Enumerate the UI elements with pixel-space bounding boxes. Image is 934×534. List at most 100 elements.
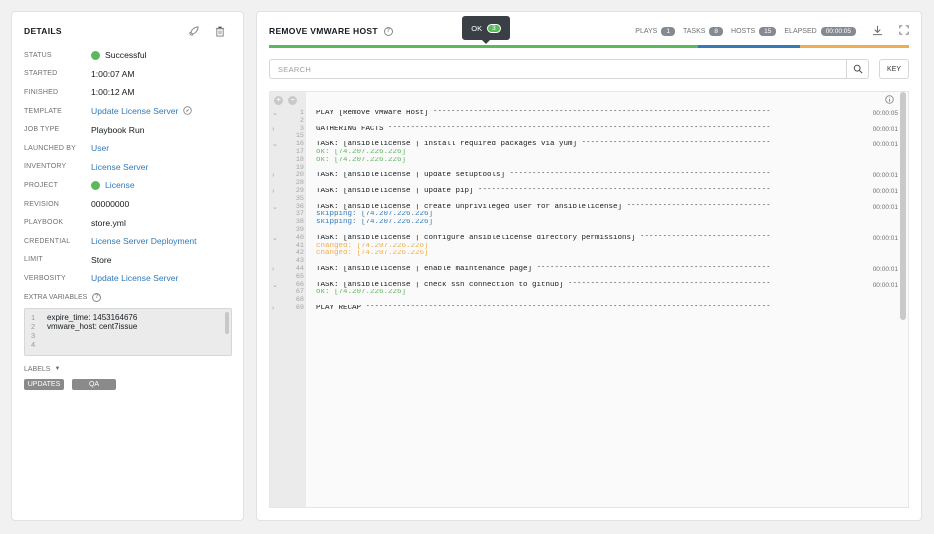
- line-duration: 00:00:01: [872, 172, 898, 180]
- detail-row: INVENTORY License Server: [24, 158, 231, 177]
- detail-row: JOB TYPE Playbook Run: [24, 120, 231, 139]
- line-text: changed: [74.207.226.226]: [316, 250, 429, 258]
- stdout-line: › 3 GATHERING FACTS **********************…: [270, 125, 898, 134]
- toggle-chevron-icon[interactable]: ›: [272, 266, 280, 274]
- toggle-chevron-icon[interactable]: ›: [272, 188, 280, 196]
- line-duration: 00:00:01: [872, 265, 898, 273]
- detail-value-text[interactable]: License Server: [91, 162, 148, 172]
- search-input[interactable]: [270, 60, 846, 78]
- compass-icon[interactable]: [183, 105, 193, 117]
- detail-value[interactable]: License Server: [91, 162, 148, 172]
- download-icon[interactable]: [872, 25, 883, 38]
- detail-row: VERBOSITY Update License Server: [24, 269, 231, 288]
- help-icon[interactable]: ?: [92, 292, 102, 302]
- console-scrollbar[interactable]: [900, 92, 906, 320]
- tooltip-label: OK: [471, 23, 483, 33]
- toggle-chevron-icon[interactable]: ›: [272, 172, 280, 180]
- toggle-chevron-icon[interactable]: ⌄: [272, 282, 280, 290]
- progress-segment-ok[interactable]: [269, 45, 698, 48]
- line-text: TASK: [ansiblelicense | enable maintenan…: [316, 265, 771, 273]
- plays-count: PLAYS 1: [635, 26, 675, 36]
- tasks-count: TASKS 8: [683, 26, 724, 36]
- code-lines: 1 expire_time: 1453164676 2 vmware_host: ce…: [31, 313, 225, 349]
- toggle-chevron-icon[interactable]: ›: [272, 305, 280, 313]
- label-chip-qa[interactable]: QA: [72, 378, 116, 390]
- stdout-line: 43: [270, 257, 898, 266]
- detail-value-text: 00000000: [91, 199, 130, 210]
- toggle-chevron-icon[interactable]: ›: [272, 126, 280, 134]
- help-icon[interactable]: ?: [383, 26, 393, 36]
- detail-value: 1:00:12 AM: [91, 87, 134, 97]
- stdout-line: 41 changed: [74.207.226.226]: [270, 242, 898, 251]
- stdout-line: 18 ok: [74.207.226.226]: [270, 156, 898, 165]
- detail-label: PLAYBOOK: [24, 219, 64, 227]
- detail-row: STARTED 1:00:07 AM: [24, 65, 231, 84]
- line-text: TASK: [ansiblelicense | install required…: [316, 141, 771, 149]
- stdout-line: ⌄ 36 TASK: [ansiblelicense | create unpriv…: [270, 203, 898, 212]
- stdout-line: 2: [270, 117, 898, 126]
- status-success-icon: [91, 180, 100, 190]
- expand-all-icon[interactable]: +: [274, 96, 283, 105]
- job-output-panel: REMOVE VMWARE HOST ? PLAYS 1 TASKS 8 HOSTS…: [256, 11, 922, 521]
- expand-collapse-controls: + −: [274, 96, 297, 105]
- detail-value[interactable]: License: [91, 180, 135, 190]
- stdout-line: 67 ok: [74.207.226.226]: [270, 289, 898, 297]
- detail-value[interactable]: License Server Deployment: [91, 236, 197, 246]
- ok-tooltip: OK 3: [462, 16, 510, 44]
- detail-value-text[interactable]: Update License Server: [91, 273, 178, 283]
- detail-rows: STATUS Successful STARTED 1:00:07 AM FINISHE…: [24, 46, 231, 288]
- detail-row: LAUNCHED BY User: [24, 139, 231, 158]
- stdout-console: + − ⌄ 1 PLAY [Remove VMWare Host] ********…: [269, 91, 909, 508]
- expand-fullscreen-icon[interactable]: [899, 25, 909, 37]
- key-button[interactable]: KEY: [879, 59, 909, 79]
- status-success-icon: [91, 50, 100, 60]
- detail-value-text[interactable]: User: [91, 143, 109, 153]
- detail-value-text: store.yml: [91, 217, 126, 228]
- code-line-text: expire_time: 1453164676: [47, 312, 138, 322]
- relaunch-rocket-icon[interactable]: [188, 25, 199, 37]
- line-text: TASK: [ansiblelicense | update pip] ****…: [316, 187, 771, 195]
- detail-value-text[interactable]: License Server Deployment: [91, 236, 197, 246]
- code-line-text: vmware_host: cent7issue: [47, 321, 138, 331]
- detail-value[interactable]: User: [91, 143, 109, 153]
- detail-value[interactable]: Update License Server: [91, 105, 193, 117]
- detail-value: 00000000: [91, 199, 129, 209]
- line-duration: 00:00:01: [872, 281, 898, 289]
- host-status-bar[interactable]: [269, 45, 909, 48]
- detail-label: REVISION: [24, 200, 60, 208]
- details-panel: DETAILS STATUS Successful STARTED 1:00:07 A…: [11, 11, 244, 521]
- detail-value-text[interactable]: Update License Server: [91, 106, 178, 116]
- tooltip-count: 3: [487, 23, 501, 33]
- detail-value: Store: [91, 255, 112, 265]
- toggle-chevron-icon[interactable]: ⌄: [272, 110, 280, 118]
- info-icon[interactable]: [885, 95, 894, 106]
- detail-value-text: Successful: [105, 50, 147, 61]
- extra-variables-editor[interactable]: 1 expire_time: 1453164676 2 vmware_host: ce…: [24, 307, 232, 356]
- detail-row: PROJECT License: [24, 176, 231, 195]
- toggle-chevron-icon[interactable]: ⌄: [272, 235, 280, 243]
- code-line: 4: [31, 340, 225, 349]
- toggle-chevron-icon[interactable]: ⌄: [272, 141, 280, 149]
- detail-label: LAUNCHED BY: [24, 144, 76, 152]
- collapse-all-icon[interactable]: −: [288, 96, 297, 105]
- label-chips: UPDATES QA: [24, 378, 231, 390]
- toggle-chevron-icon[interactable]: ⌄: [272, 204, 280, 212]
- detail-label: TEMPLATE: [24, 107, 63, 115]
- editor-scrollbar[interactable]: [225, 311, 229, 334]
- progress-segment-changed[interactable]: [800, 45, 909, 48]
- detail-value: 1:00:07 AM: [91, 69, 134, 79]
- labels-toggle[interactable]: LABELS ▼: [24, 366, 231, 373]
- delete-trash-icon[interactable]: [215, 25, 225, 37]
- detail-row: CREDENTIAL License Server Deployment: [24, 232, 231, 251]
- code-line-number: 3: [31, 330, 36, 340]
- detail-value[interactable]: Update License Server: [91, 273, 178, 283]
- label-chip-updates[interactable]: UPDATES: [24, 378, 64, 390]
- line-text: changed: [74.207.226.226]: [316, 242, 429, 250]
- detail-value-text[interactable]: License: [105, 180, 135, 190]
- search-button[interactable]: [846, 60, 868, 78]
- line-duration: 00:00:01: [872, 187, 898, 195]
- code-line: 3: [31, 331, 225, 340]
- progress-segment-skipped[interactable]: [697, 45, 801, 48]
- detail-value: Successful: [91, 50, 147, 60]
- stdout-line: 28: [270, 179, 898, 188]
